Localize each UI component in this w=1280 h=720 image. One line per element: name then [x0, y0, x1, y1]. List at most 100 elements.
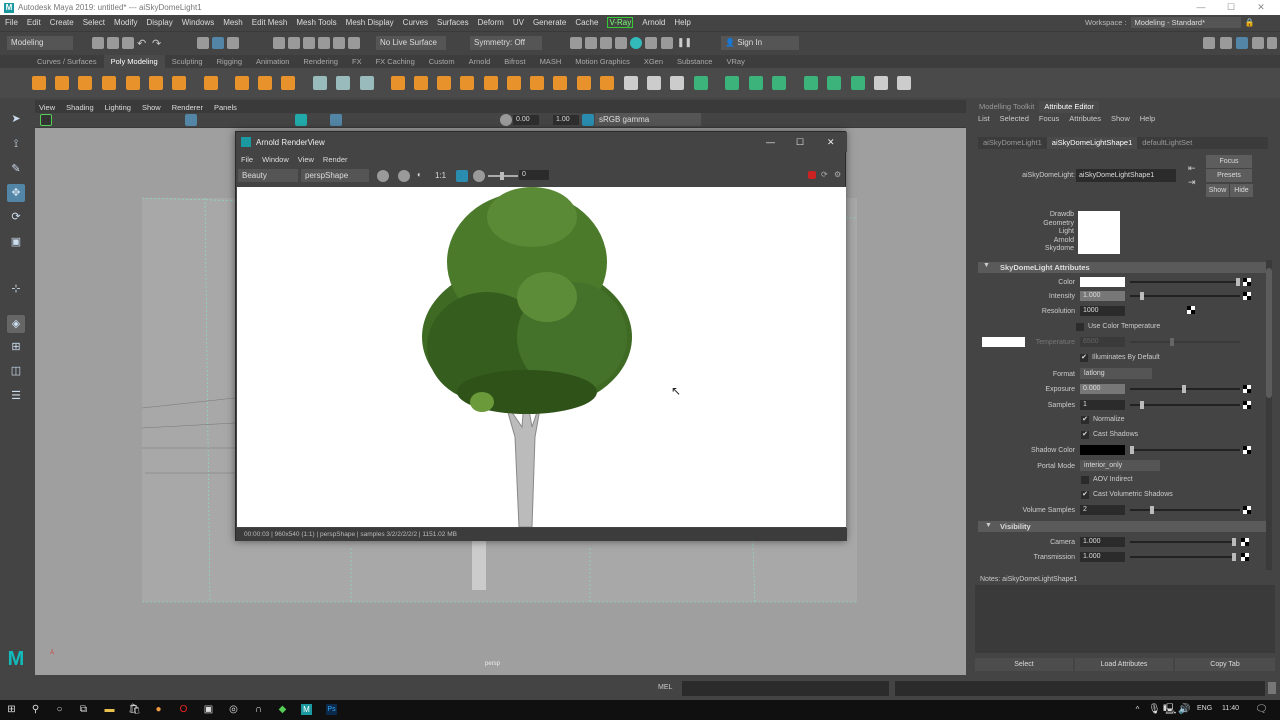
mel-label[interactable]: MEL [658, 684, 672, 691]
node-name-field[interactable]: aiSkyDomeLightShape1 [1076, 169, 1176, 182]
menu-create[interactable]: Create [50, 18, 74, 27]
select-tool-icon[interactable]: ➤ [7, 110, 25, 128]
maya-taskbar-icon[interactable]: M [301, 704, 312, 715]
exposure-icon[interactable] [500, 114, 512, 126]
intensity-map-icon[interactable] [1243, 292, 1251, 300]
arnold-render-icon[interactable] [630, 37, 642, 49]
renderview-menu-view[interactable]: View [298, 155, 314, 164]
shadow-color-map-icon[interactable] [1243, 446, 1251, 454]
volume-samples-field[interactable]: 2 [1080, 505, 1125, 515]
shelf-tool-icon[interactable] [577, 76, 591, 90]
renderview-menu-window[interactable]: Window [262, 155, 289, 164]
shelf-tab-poly-modeling[interactable]: Poly Modeling [103, 55, 165, 68]
menu-curves[interactable]: Curves [403, 18, 428, 27]
hide-button[interactable]: Hide [1230, 184, 1253, 197]
ae-menu-list[interactable]: List [978, 114, 990, 123]
notes-field[interactable] [975, 585, 1275, 653]
scale-tool-icon[interactable]: ▣ [7, 233, 25, 251]
focus-button[interactable]: Focus [1206, 155, 1252, 168]
menu-mesh-tools[interactable]: Mesh Tools [296, 18, 336, 27]
chrome-icon[interactable]: ● [153, 704, 164, 715]
shelf-tool-icon[interactable] [102, 76, 116, 90]
layout-two-icon[interactable]: ◫ [7, 362, 25, 380]
minimize-button[interactable]: — [1186, 0, 1216, 15]
shelf-tool-icon[interactable] [507, 76, 521, 90]
load-output-icon[interactable]: ⇥ [1188, 177, 1196, 188]
shelf-tool-icon[interactable] [460, 76, 474, 90]
command-input[interactable] [682, 681, 889, 696]
shelf-tool-icon[interactable] [530, 76, 544, 90]
camera-select-icon[interactable] [40, 114, 52, 126]
shadow-color-slider[interactable] [1130, 446, 1240, 454]
channel-box-icon[interactable] [1267, 37, 1277, 49]
script-editor-icon[interactable] [1268, 682, 1276, 694]
opera-icon[interactable]: O [178, 704, 189, 715]
vray-ipr-icon[interactable] [661, 37, 673, 49]
color-slider[interactable] [1130, 278, 1240, 286]
viewport-menu-view[interactable]: View [39, 103, 55, 112]
shelf-tab-rendering[interactable]: Rendering [296, 55, 345, 68]
viewport-menu-panels[interactable]: Panels [214, 103, 237, 112]
shelf-tool-icon[interactable] [55, 76, 69, 90]
mode-dropdown[interactable]: Modeling [7, 36, 73, 50]
new-scene-icon[interactable] [92, 37, 104, 49]
resolution-field[interactable]: 1000 [1080, 306, 1125, 316]
shelf-tab-fx-caching[interactable]: FX Caching [369, 55, 422, 68]
shelf-tool-icon[interactable] [624, 76, 638, 90]
exposure-icon[interactable] [473, 170, 485, 182]
shadow-color-swatch[interactable] [1080, 445, 1125, 455]
paint-select-icon[interactable]: ✎ [7, 160, 25, 178]
ae-menu-show[interactable]: Show [1111, 114, 1130, 123]
menu-deform[interactable]: Deform [478, 18, 504, 27]
show-manipulator-icon[interactable]: ⊹ [7, 280, 25, 298]
shelf-tab-motion-graphics[interactable]: Motion Graphics [568, 55, 637, 68]
shelf-tool-icon[interactable] [670, 76, 684, 90]
render-region-icon[interactable] [377, 170, 389, 182]
crop-icon[interactable] [398, 170, 410, 182]
rotate-tool-icon[interactable]: ⟳ [7, 208, 25, 226]
search-icon[interactable]: ⚲ [30, 704, 41, 715]
menu-generate[interactable]: Generate [533, 18, 566, 27]
shelf-tool-icon[interactable] [235, 76, 249, 90]
symmetry-dropdown[interactable]: Symmetry: Off [470, 36, 542, 50]
shelf-tool-icon[interactable] [204, 76, 218, 90]
volume-samples-map-icon[interactable] [1243, 506, 1251, 514]
shelf-tab-bifrost[interactable]: Bifrost [497, 55, 532, 68]
shelf-tab-vray[interactable]: VRay [719, 55, 751, 68]
select-object-icon[interactable] [212, 37, 224, 49]
network-icon[interactable]: 🖳 [1163, 704, 1176, 715]
menu-cache[interactable]: Cache [575, 18, 598, 27]
layout-single-icon[interactable]: ◈ [7, 315, 25, 333]
tab-node-shape[interactable]: aiSkyDomeLightShape1 [1046, 137, 1138, 149]
ipr-render-icon[interactable] [585, 37, 597, 49]
shelf-tool-icon[interactable] [360, 76, 374, 90]
volume-samples-slider[interactable] [1130, 506, 1240, 514]
shelf-tab-arnold[interactable]: Arnold [462, 55, 498, 68]
snap-grid-icon[interactable] [273, 37, 285, 49]
shelf-tool-icon[interactable] [126, 76, 140, 90]
shelf-tool-icon[interactable] [553, 76, 567, 90]
task-view-icon[interactable]: ⧉ [78, 704, 89, 715]
lasso-tool-icon[interactable]: ⟟ [7, 135, 25, 153]
workspace-dropdown[interactable]: Modeling - Standard* [1130, 17, 1241, 28]
windows-start-icon[interactable]: ⊞ [6, 704, 17, 715]
viewport-menu-renderer[interactable]: Renderer [172, 103, 203, 112]
shelf-tab-fx[interactable]: FX [345, 55, 369, 68]
render-settings-icon[interactable] [600, 37, 612, 49]
exposure-field[interactable]: 0.00 [513, 115, 539, 125]
color-map-icon[interactable] [1243, 278, 1251, 286]
hypershade-icon[interactable] [615, 37, 627, 49]
menu-mesh-display[interactable]: Mesh Display [346, 18, 394, 27]
aov-dropdown[interactable]: Beauty [238, 169, 298, 182]
ae-menu-focus[interactable]: Focus [1039, 114, 1059, 123]
exposure-slider[interactable] [1130, 385, 1240, 393]
gamma-field[interactable]: 1.00 [553, 115, 579, 125]
app4-icon[interactable]: ◆ [277, 704, 288, 715]
menu-help[interactable]: Help [674, 18, 690, 27]
shelf-tab-curves-surfaces[interactable]: Curves / Surfaces [30, 55, 104, 68]
shelf-tab-substance[interactable]: Substance [670, 55, 719, 68]
camera-field[interactable]: 1.000 [1080, 537, 1125, 547]
load-input-icon[interactable]: ⇤ [1188, 163, 1196, 174]
renderview-menu-file[interactable]: File [241, 155, 253, 164]
notifications-icon[interactable]: 🗨 [1255, 704, 1268, 715]
